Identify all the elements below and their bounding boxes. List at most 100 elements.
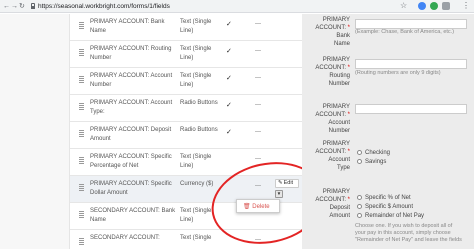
label-line: PRIMARY bbox=[322, 189, 350, 195]
required-mark: * bbox=[347, 25, 350, 31]
drag-handle-icon[interactable] bbox=[79, 49, 84, 57]
drag-handle-icon[interactable] bbox=[79, 76, 84, 84]
label-line: PRIMARY bbox=[322, 104, 350, 110]
label-text: ACCOUNT: bbox=[315, 65, 346, 71]
field-type: Text (Single Line) bbox=[180, 154, 212, 169]
bank-name-input[interactable] bbox=[355, 19, 467, 29]
forward-arrow-icon[interactable]: → bbox=[11, 2, 18, 11]
label-text: ACCOUNT: bbox=[315, 197, 346, 203]
back-arrow-icon[interactable]: ← bbox=[3, 2, 10, 11]
label-line: Account bbox=[328, 157, 350, 163]
label-line: Amount bbox=[329, 213, 350, 219]
browser-toolbar: ← → ↻ https://seasonal.workbright.com/fo… bbox=[0, 0, 474, 13]
field-type: Text (Single bbox=[180, 235, 212, 241]
required-check-icon: ✓ bbox=[226, 129, 232, 136]
field-type: Text (Single Line) bbox=[180, 19, 212, 34]
field-label: PRIMARY ACCOUNT: Account Type: bbox=[90, 100, 173, 115]
field-label: PRIMARY ACCOUNT: Deposit Amount bbox=[90, 127, 172, 142]
preview-label-routing: PRIMARY ACCOUNT: * Routing Number bbox=[315, 56, 350, 88]
label-line: ACCOUNT: * bbox=[315, 111, 350, 119]
field-dash: — bbox=[255, 48, 261, 54]
field-dash: — bbox=[255, 129, 261, 135]
reload-icon[interactable]: ↻ bbox=[19, 2, 25, 11]
drag-handle-icon[interactable] bbox=[79, 238, 84, 246]
field-type: Currency ($) bbox=[180, 181, 214, 187]
label-line: ACCOUNT: * bbox=[315, 196, 350, 204]
drag-handle-icon[interactable] bbox=[79, 157, 84, 165]
routing-number-input[interactable] bbox=[355, 59, 467, 69]
label-line: Routing bbox=[329, 73, 350, 79]
drag-handle-icon[interactable] bbox=[79, 130, 84, 138]
required-mark: * bbox=[347, 65, 350, 71]
extension-icon[interactable] bbox=[442, 2, 450, 10]
radio-specific-percent[interactable]: Specific % of Net bbox=[357, 194, 411, 202]
required-mark: * bbox=[347, 112, 350, 118]
address-bar[interactable]: https://seasonal.workbright.com/forms/1/… bbox=[38, 2, 170, 11]
radio-circle[interactable] bbox=[357, 195, 362, 200]
drag-handle-icon[interactable] bbox=[79, 184, 84, 192]
help-line: "Remainder of Net Pay" and leave the fie… bbox=[355, 237, 462, 243]
drag-handle-icon[interactable] bbox=[79, 22, 84, 30]
radio-specific-dollar[interactable]: Specific $ Amount bbox=[357, 203, 413, 211]
lock-icon bbox=[31, 3, 35, 9]
radio-checking[interactable]: Checking bbox=[357, 149, 390, 157]
required-check-icon: ✓ bbox=[226, 75, 232, 82]
field-type: Radio Buttons bbox=[180, 100, 218, 106]
field-label: PRIMARY ACCOUNT: Specific Percentage of … bbox=[90, 154, 172, 169]
drag-handle-icon[interactable] bbox=[79, 103, 84, 111]
field-label: PRIMARY ACCOUNT: Routing Number bbox=[90, 46, 172, 61]
table-row: PRIMARY ACCOUNT: Account Number Text (Si… bbox=[70, 68, 302, 95]
label-line: ACCOUNT: * bbox=[315, 64, 350, 72]
radio-remainder[interactable]: Remainder of Net Pay bbox=[357, 212, 424, 220]
extension-icon[interactable] bbox=[430, 2, 438, 10]
field-label: PRIMARY ACCOUNT: Bank Name bbox=[90, 19, 165, 34]
field-dash: — bbox=[255, 21, 261, 27]
table-row: PRIMARY ACCOUNT: Account Type: Radio But… bbox=[70, 95, 302, 122]
field-label: SECONDARY ACCOUNT: Bank Name bbox=[90, 208, 176, 223]
required-check-icon: ✓ bbox=[226, 48, 232, 55]
deposit-help: Choose one. If you wish to deposit all o… bbox=[355, 223, 462, 244]
field-type: Text (Single Line) bbox=[180, 73, 212, 88]
sidebar bbox=[0, 14, 70, 249]
label-line: Account bbox=[328, 120, 350, 126]
label-line: Bank bbox=[336, 33, 350, 39]
required-mark: * bbox=[347, 149, 350, 155]
radio-circle[interactable] bbox=[357, 213, 362, 218]
radio-label: Remainder of Net Pay bbox=[365, 213, 425, 219]
radio-circle[interactable] bbox=[357, 150, 362, 155]
field-type: Text (Single Line) bbox=[180, 46, 212, 61]
label-line: ACCOUNT: * bbox=[315, 24, 350, 32]
preview-label-deposit-amount: PRIMARY ACCOUNT: * Deposit Amount bbox=[315, 188, 350, 220]
field-dash: — bbox=[255, 75, 261, 81]
label-line: PRIMARY bbox=[322, 141, 350, 147]
label-text: ACCOUNT: bbox=[315, 112, 346, 118]
field-label: PRIMARY ACCOUNT: Account Number bbox=[90, 73, 173, 88]
preview-label-bank-name: PRIMARY ACCOUNT: * Bank Name bbox=[315, 16, 350, 48]
label-text: ACCOUNT: bbox=[315, 149, 346, 155]
account-number-input[interactable] bbox=[355, 104, 467, 114]
field-label: PRIMARY ACCOUNT: Specific Dollar Amount bbox=[90, 181, 172, 196]
routing-help: (Routing numbers are only 9 digits) bbox=[355, 70, 441, 76]
required-check-icon: ✓ bbox=[226, 102, 232, 109]
radio-label: Specific $ Amount bbox=[365, 204, 414, 210]
field-dash: — bbox=[255, 102, 261, 108]
help-line: Choose one. If you wish to deposit all o… bbox=[355, 223, 453, 229]
field-type: Radio Buttons bbox=[180, 127, 218, 133]
label-line: Deposit bbox=[329, 205, 350, 211]
radio-circle[interactable] bbox=[357, 204, 362, 209]
field-label: SECONDARY ACCOUNT: bbox=[90, 235, 160, 241]
required-check-icon: ✓ bbox=[226, 21, 232, 28]
preview-label-account-number: PRIMARY ACCOUNT: * Account Number bbox=[315, 103, 350, 135]
browser-menu-icon[interactable]: ⋮ bbox=[462, 1, 470, 11]
radio-circle[interactable] bbox=[357, 159, 362, 164]
table-row: PRIMARY ACCOUNT: Bank Name Text (Single … bbox=[70, 14, 302, 41]
table-row: PRIMARY ACCOUNT: Routing Number Text (Si… bbox=[70, 41, 302, 68]
bank-name-help: (Example: Chase, Bank of America, etc.) bbox=[355, 29, 455, 35]
label-line: Type bbox=[336, 165, 350, 171]
label-line: Number bbox=[328, 81, 350, 87]
radio-savings[interactable]: Savings bbox=[357, 158, 386, 166]
extension-icon[interactable] bbox=[418, 2, 426, 10]
bookmark-star-icon[interactable]: ☆ bbox=[400, 1, 407, 11]
drag-handle-icon[interactable] bbox=[79, 211, 84, 219]
label-line: Name bbox=[333, 41, 350, 47]
